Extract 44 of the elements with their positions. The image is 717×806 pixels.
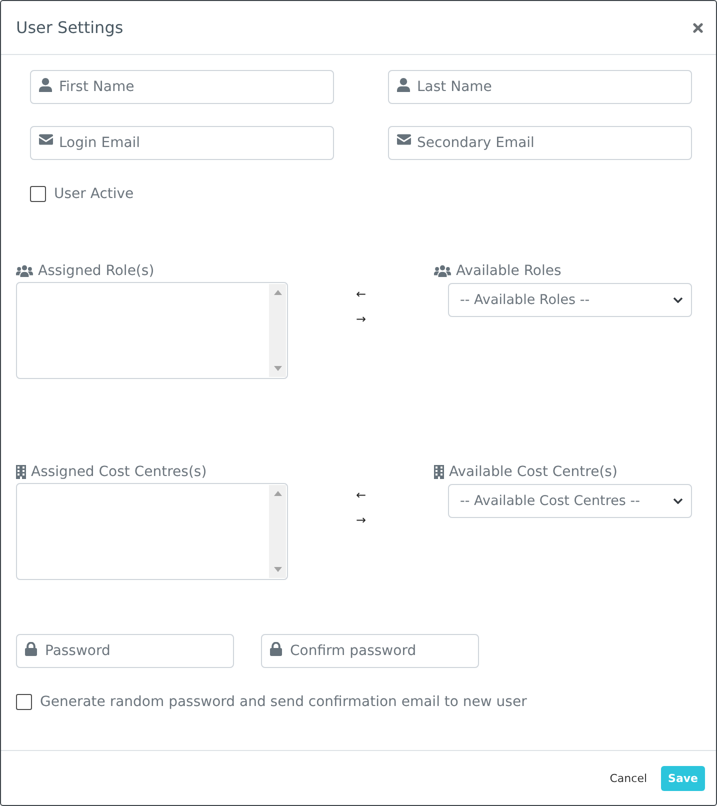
- name-field[interactable]: Last Name: [388, 70, 692, 104]
- envelope-icon: [397, 134, 411, 145]
- checkbox-label: Generate random password and send confirmation email to new user: [40, 693, 527, 711]
- move-right-link[interactable]: →: [356, 508, 366, 533]
- close-button[interactable]: [693, 22, 703, 32]
- move-right-link[interactable]: →: [356, 307, 366, 332]
- envelope-icon: [39, 134, 53, 145]
- dropdown-select[interactable]: -- Available Cost Centres --: [448, 484, 692, 518]
- dialog-title: User Settings: [16, 18, 124, 37]
- cancel-button[interactable]: Cancel: [610, 772, 648, 784]
- building-icon: [434, 465, 444, 479]
- scroll-down-icon: [274, 567, 282, 572]
- field-label: Assigned Role(s): [38, 262, 154, 281]
- move-left-link[interactable]: ←: [356, 483, 366, 508]
- listbox-field[interactable]: [16, 282, 288, 379]
- checkbox[interactable]: [16, 694, 32, 710]
- user-icon: [397, 78, 410, 92]
- users-icon: [434, 265, 451, 277]
- scrollbar[interactable]: [269, 284, 286, 377]
- users-icon: [16, 265, 33, 277]
- password-field[interactable]: Confirm password: [261, 634, 479, 668]
- email-field[interactable]: Secondary Email: [388, 126, 692, 160]
- building-icon: [16, 465, 26, 479]
- field-label: Available Roles: [456, 262, 562, 281]
- lock-icon: [270, 642, 282, 656]
- dropdown-select[interactable]: -- Available Roles --: [448, 283, 692, 317]
- listbox-field[interactable]: [16, 483, 288, 580]
- field-label: Assigned Cost Centres(s): [31, 463, 207, 482]
- field-label: Available Cost Centre(s): [449, 463, 618, 482]
- scroll-up-icon: [274, 290, 282, 295]
- chevron-down-icon: [673, 297, 683, 303]
- scroll-up-icon: [274, 491, 282, 496]
- lock-icon: [25, 642, 37, 656]
- name-field[interactable]: First Name: [30, 70, 334, 104]
- checkbox-label: User Active: [54, 185, 134, 203]
- password-field[interactable]: Password: [16, 634, 234, 668]
- user-icon: [39, 78, 52, 92]
- checkbox[interactable]: [30, 186, 46, 202]
- close-icon: [693, 22, 703, 32]
- email-field[interactable]: Login Email: [30, 126, 334, 160]
- move-left-link[interactable]: ←: [356, 282, 366, 307]
- scroll-down-icon: [274, 366, 282, 371]
- scrollbar[interactable]: [269, 485, 286, 578]
- chevron-down-icon: [673, 498, 683, 504]
